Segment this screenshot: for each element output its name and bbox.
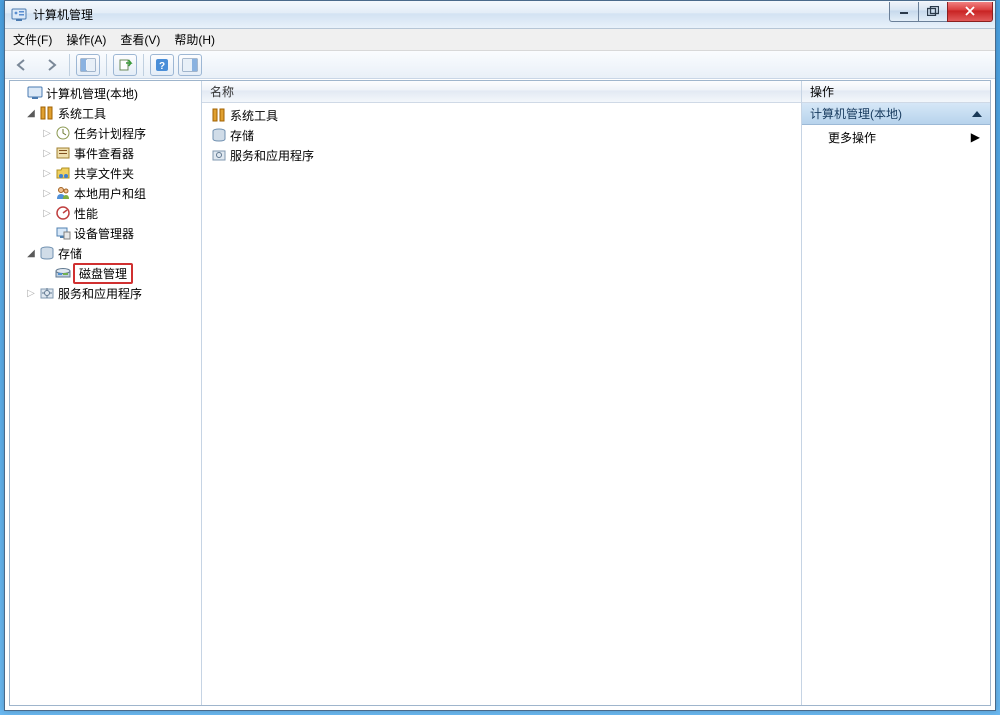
expand-icon[interactable]: ▷ bbox=[40, 166, 54, 180]
storage-icon bbox=[211, 127, 227, 143]
tree-pane: 计算机管理(本地) ◢ 系统工具 ▷ 任务计划程序 bbox=[10, 81, 202, 705]
tree-performance[interactable]: ▷ 性能 bbox=[10, 203, 201, 223]
tree-root[interactable]: 计算机管理(本地) bbox=[10, 83, 201, 103]
list-item[interactable]: 系统工具 bbox=[206, 105, 797, 125]
list-item[interactable]: 存储 bbox=[206, 125, 797, 145]
tree-label: 磁盘管理 bbox=[73, 263, 133, 284]
tree-event-viewer[interactable]: ▷ 事件查看器 bbox=[10, 143, 201, 163]
blank-icon bbox=[40, 226, 54, 240]
actions-more-item[interactable]: 更多操作 ▶ bbox=[802, 125, 990, 149]
system-tools-icon bbox=[211, 107, 227, 123]
tree-label: 共享文件夹 bbox=[74, 165, 134, 182]
tree-label: 本地用户和组 bbox=[74, 185, 146, 202]
list-item-label: 存储 bbox=[230, 127, 254, 144]
tree-task-scheduler[interactable]: ▷ 任务计划程序 bbox=[10, 123, 201, 143]
toolbar-separator bbox=[69, 54, 70, 76]
toolbar-back-button[interactable] bbox=[11, 54, 35, 76]
tree-device-manager[interactable]: 设备管理器 bbox=[10, 223, 201, 243]
toolbar-separator bbox=[143, 54, 144, 76]
blank-icon bbox=[40, 266, 54, 280]
content-area: 计算机管理(本地) ◢ 系统工具 ▷ 任务计划程序 bbox=[9, 80, 991, 706]
tree-system-tools[interactable]: ◢ 系统工具 bbox=[10, 103, 201, 123]
performance-icon bbox=[55, 205, 71, 221]
toolbar-export-button[interactable] bbox=[113, 54, 137, 76]
device-manager-icon bbox=[55, 225, 71, 241]
menubar: 文件(F) 操作(A) 查看(V) 帮助(H) bbox=[5, 29, 995, 51]
tree-label: 服务和应用程序 bbox=[58, 285, 142, 302]
actions-more-label: 更多操作 bbox=[828, 129, 876, 146]
toolbar-show-hide-tree-button[interactable] bbox=[76, 54, 100, 76]
expand-icon bbox=[12, 86, 26, 100]
shared-folders-icon bbox=[55, 165, 71, 181]
tree-services-apps[interactable]: ▷ 服务和应用程序 bbox=[10, 283, 201, 303]
services-icon bbox=[211, 147, 227, 163]
tree-label: 存储 bbox=[58, 245, 82, 262]
tree-label: 系统工具 bbox=[58, 105, 106, 122]
maximize-button[interactable] bbox=[918, 2, 948, 22]
expand-icon[interactable]: ▷ bbox=[40, 126, 54, 140]
actions-pane: 操作 计算机管理(本地) 更多操作 ▶ bbox=[802, 81, 990, 705]
expand-icon[interactable]: ▷ bbox=[40, 146, 54, 160]
storage-icon bbox=[39, 245, 55, 261]
menu-file[interactable]: 文件(F) bbox=[13, 31, 52, 48]
computer-management-icon bbox=[27, 85, 43, 101]
tree-label: 设备管理器 bbox=[74, 225, 134, 242]
window-controls bbox=[890, 2, 993, 22]
tree-label: 性能 bbox=[74, 205, 98, 222]
toolbar-separator bbox=[106, 54, 107, 76]
actions-section-label: 计算机管理(本地) bbox=[810, 105, 902, 122]
actions-section-header[interactable]: 计算机管理(本地) bbox=[802, 103, 990, 125]
tree-disk-management[interactable]: 磁盘管理 bbox=[10, 263, 201, 283]
window-title: 计算机管理 bbox=[33, 6, 93, 23]
chevron-right-icon: ▶ bbox=[971, 130, 980, 144]
tree-label: 事件查看器 bbox=[74, 145, 134, 162]
close-button[interactable] bbox=[947, 2, 993, 22]
services-icon bbox=[39, 285, 55, 301]
collapse-up-icon bbox=[972, 111, 982, 117]
tree-label: 计算机管理(本地) bbox=[46, 85, 138, 102]
system-tools-icon bbox=[39, 105, 55, 121]
expand-icon[interactable]: ▷ bbox=[24, 286, 38, 300]
expand-icon[interactable]: ▷ bbox=[40, 206, 54, 220]
menu-help[interactable]: 帮助(H) bbox=[174, 31, 215, 48]
list-pane: 名称 系统工具 存储 bbox=[202, 81, 802, 705]
list-item-label: 服务和应用程序 bbox=[230, 147, 314, 164]
list-item-label: 系统工具 bbox=[230, 107, 278, 124]
toolbar: ? bbox=[5, 51, 995, 79]
actions-pane-header: 操作 bbox=[802, 81, 990, 103]
toolbar-help-button[interactable]: ? bbox=[150, 54, 174, 76]
menu-view[interactable]: 查看(V) bbox=[120, 31, 160, 48]
list-body: 系统工具 存储 服务和应用程序 bbox=[202, 103, 801, 167]
collapse-icon[interactable]: ◢ bbox=[24, 106, 38, 120]
minimize-button[interactable] bbox=[889, 2, 919, 22]
collapse-icon[interactable]: ◢ bbox=[24, 246, 38, 260]
tree-shared-folders[interactable]: ▷ 共享文件夹 bbox=[10, 163, 201, 183]
tree-local-users-groups[interactable]: ▷ 本地用户和组 bbox=[10, 183, 201, 203]
disk-management-icon bbox=[55, 265, 71, 281]
column-name-label: 名称 bbox=[210, 83, 234, 100]
app-icon bbox=[11, 7, 27, 23]
menu-action[interactable]: 操作(A) bbox=[66, 31, 106, 48]
list-column-header[interactable]: 名称 bbox=[202, 81, 801, 103]
navigation-tree: 计算机管理(本地) ◢ 系统工具 ▷ 任务计划程序 bbox=[10, 81, 201, 305]
titlebar[interactable]: 计算机管理 bbox=[5, 1, 995, 29]
toolbar-show-action-pane-button[interactable] bbox=[178, 54, 202, 76]
tree-label: 任务计划程序 bbox=[74, 125, 146, 142]
actions-header-label: 操作 bbox=[810, 83, 834, 100]
tree-storage[interactable]: ◢ 存储 bbox=[10, 243, 201, 263]
users-icon bbox=[55, 185, 71, 201]
svg-text:?: ? bbox=[159, 61, 165, 72]
list-item[interactable]: 服务和应用程序 bbox=[206, 145, 797, 165]
event-viewer-icon bbox=[55, 145, 71, 161]
toolbar-forward-button[interactable] bbox=[39, 54, 63, 76]
clock-icon bbox=[55, 125, 71, 141]
app-window: 计算机管理 文件(F) 操作(A) 查看(V) 帮助(H) bbox=[4, 0, 996, 711]
expand-icon[interactable]: ▷ bbox=[40, 186, 54, 200]
